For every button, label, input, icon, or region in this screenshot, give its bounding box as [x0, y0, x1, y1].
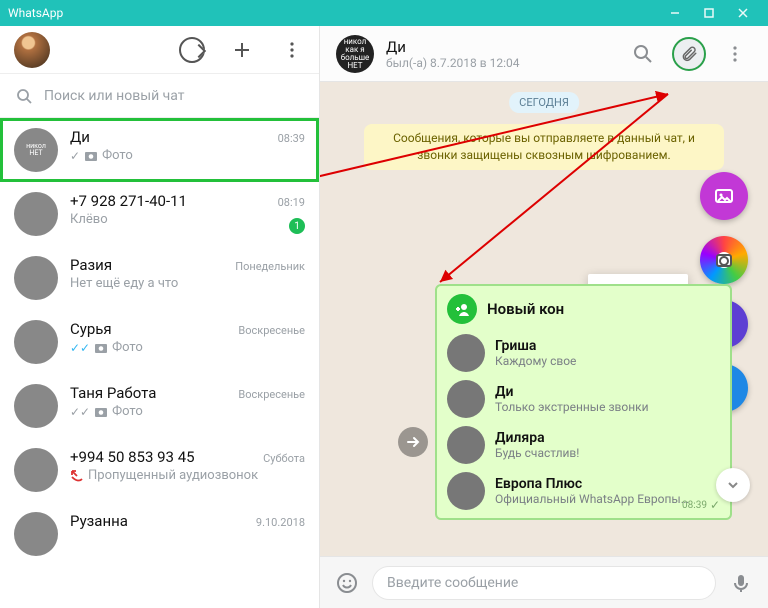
contact-status: Будь счастлив! [495, 446, 579, 460]
window-close[interactable] [726, 0, 760, 26]
avatar [14, 512, 58, 556]
camera-icon [94, 342, 108, 354]
avatar [447, 426, 485, 464]
search-input[interactable]: Поиск или новый чат [0, 74, 319, 118]
message-input[interactable]: Введите сообщение [372, 566, 716, 600]
avatar [14, 192, 58, 236]
menu-icon[interactable] [279, 37, 305, 63]
chat-item[interactable]: николНЕТ Ди08:39 ✓Фото [0, 118, 319, 182]
chat-time: Суббота [263, 452, 305, 465]
chat-name: Сурья [70, 320, 238, 338]
encryption-notice: Сообщения, которые вы отправляете в данн… [364, 124, 724, 170]
messages-area: СЕГОДНЯ Сообщения, которые вы отправляет… [320, 82, 768, 556]
chat-item[interactable]: +7 928 271-40-1108:19 Клёво 1 [0, 182, 319, 246]
attach-camera-icon[interactable] [700, 236, 748, 284]
chat-time: 08:19 [278, 196, 305, 209]
avatar [14, 256, 58, 300]
chat-avatar[interactable]: николкак ябольшеНЕТ [336, 35, 374, 73]
conversation: николкак ябольшеНЕТ Ди был(-а) 8.7.2018 … [320, 26, 768, 608]
chat-list: николНЕТ Ди08:39 ✓Фото +7 928 271-40-110… [0, 118, 319, 608]
composer: Введите сообщение [320, 556, 768, 608]
chat-name: Ди [70, 128, 278, 146]
chat-header: николкак ябольшеНЕТ Ди был(-а) 8.7.2018 … [320, 26, 768, 82]
day-chip: СЕГОДНЯ [509, 92, 579, 113]
chat-status: был(-а) 8.7.2018 в 12:04 [386, 56, 614, 70]
sidebar: Поиск или новый чат николНЕТ Ди08:39 ✓Фо… [0, 26, 320, 608]
chat-name: Таня Работа [70, 384, 238, 402]
panel-title: Новый кон [487, 300, 564, 318]
profile-avatar[interactable] [14, 32, 50, 68]
chat-item[interactable]: +994 50 853 93 45Суббота Пропущенный ауд… [0, 438, 319, 502]
attach-icon[interactable] [672, 37, 706, 71]
chat-time: Понедельник [235, 260, 305, 273]
contact-name: Ди [495, 384, 649, 400]
search-icon [16, 88, 32, 104]
contact-name: Диляра [495, 430, 579, 446]
mic-icon[interactable] [728, 570, 754, 596]
avatar [14, 320, 58, 364]
window-maximize[interactable] [692, 0, 726, 26]
avatar [447, 334, 485, 372]
chat-item[interactable]: СурьяВоскресенье ✓✓Фото [0, 310, 319, 374]
window-title: WhatsApp [8, 6, 658, 20]
contact-item[interactable]: Диляра Будь счастлив! [447, 422, 720, 468]
contact-status: Каждому свое [495, 354, 576, 368]
chat-subtitle: Нет ещё еду а что [70, 276, 305, 291]
chat-menu-icon[interactable] [718, 37, 752, 71]
chat-time: Воскресенье [238, 324, 305, 337]
contact-status: Официальный WhatsApp Европы… [495, 492, 689, 506]
avatar: николНЕТ [14, 128, 58, 172]
panel-time: 08:39 ✓ [682, 498, 720, 512]
contact-item[interactable]: Ди Только экстренные звонки [447, 376, 720, 422]
status-icon[interactable] [179, 37, 205, 63]
attach-gallery-icon[interactable] [700, 172, 748, 220]
chat-item[interactable]: Таня РаботаВоскресенье ✓✓Фото [0, 374, 319, 438]
avatar [14, 384, 58, 428]
chat-item[interactable]: Рузанна9.10.2018 [0, 502, 319, 566]
contact-item[interactable]: Европа Плюс Официальный WhatsApp Европы… [447, 468, 720, 514]
emoji-icon[interactable] [334, 570, 360, 596]
chat-name: Рузанна [70, 512, 256, 530]
titlebar: WhatsApp [0, 0, 768, 26]
contact-status: Только экстренные звонки [495, 400, 649, 414]
chat-subtitle: ✓Фото [70, 148, 305, 163]
forward-icon[interactable] [398, 427, 428, 457]
scroll-to-bottom[interactable] [716, 468, 750, 502]
contact-name: Гриша [495, 338, 576, 354]
chat-time: 08:39 [278, 132, 305, 145]
chat-name: Разия [70, 256, 235, 274]
chat-time: Воскресенье [238, 388, 305, 401]
sidebar-header [0, 26, 319, 74]
new-chat-icon[interactable] [229, 37, 255, 63]
chat-name: Ди [386, 38, 614, 56]
avatar [447, 472, 485, 510]
avatar [14, 448, 58, 492]
chat-subtitle: Клёво [70, 212, 305, 227]
missed-call-icon [70, 469, 84, 483]
chat-subtitle: ✓✓Фото [70, 340, 305, 355]
camera-icon [84, 150, 98, 162]
camera-icon [94, 406, 108, 418]
contact-name: Европа Плюс [495, 476, 689, 492]
chat-item[interactable]: РазияПонедельник Нет ещё еду а что [0, 246, 319, 310]
header-search-icon[interactable] [626, 37, 660, 71]
contact-item[interactable]: Гриша Каждому свое [447, 330, 720, 376]
contact-panel: Новый кон Гриша Каждому свое Ди Только э… [435, 284, 732, 520]
search-placeholder: Поиск или новый чат [44, 88, 185, 104]
chat-subtitle: Пропущенный аудиозвонок [70, 468, 305, 483]
new-contact-icon [447, 294, 477, 324]
chat-subtitle: ✓✓Фото [70, 404, 305, 419]
unread-badge: 1 [289, 218, 305, 234]
avatar [447, 380, 485, 418]
chat-name: +7 928 271-40-11 [70, 192, 278, 210]
chat-time: 9.10.2018 [256, 516, 305, 529]
window-minimize[interactable] [658, 0, 692, 26]
chat-name: +994 50 853 93 45 [70, 448, 263, 466]
